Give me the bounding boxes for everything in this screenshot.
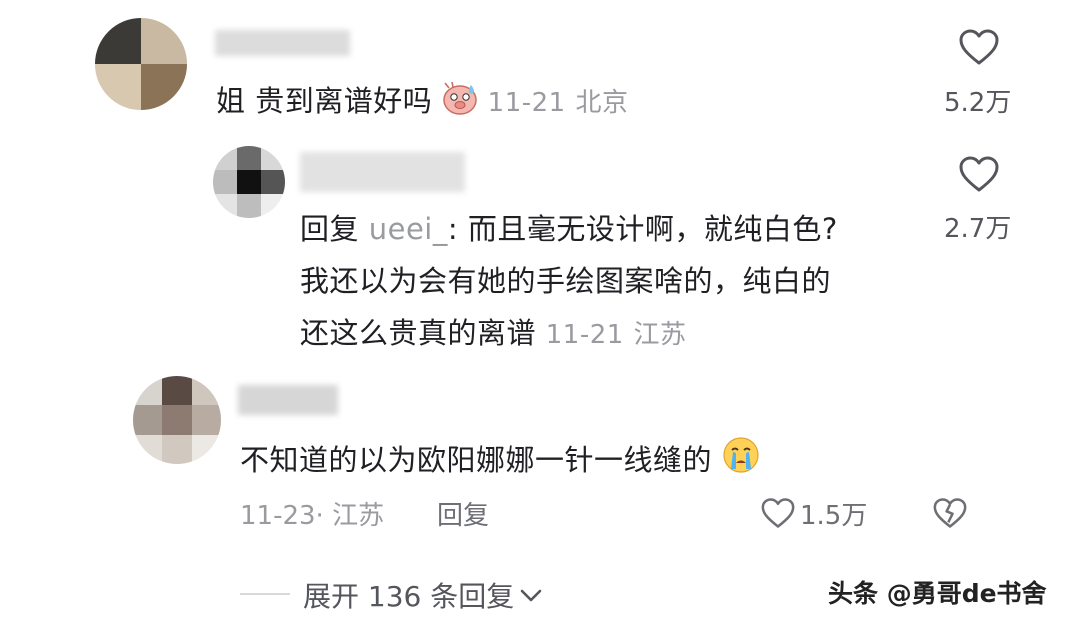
watermark: 头条 @勇哥de书舍	[828, 579, 1047, 608]
comment-location: 北京	[575, 88, 629, 118]
reply-line-1: 回复 ueei_: 而且毫无设计啊，就纯白色?	[300, 212, 838, 246]
reply-button[interactable]: 回复	[437, 495, 489, 532]
like-count: 2.7万	[944, 214, 1012, 244]
blurred-username[interactable]	[300, 152, 465, 192]
reply-line-3: 还这么贵真的离谱 11-21 江苏	[300, 316, 687, 350]
comment-time-location: 11-23· 江苏	[240, 501, 385, 531]
pig-sweat-emoji-icon	[442, 81, 478, 122]
reply-line-2: 我还以为会有她的手绘图案啥的，纯白的	[300, 264, 832, 298]
avatar[interactable]	[95, 18, 187, 110]
like-count: 1.5万	[800, 501, 868, 531]
comment-text: 不知道的以为欧阳娜娜一针一线缝的	[240, 436, 760, 481]
divider-line	[240, 593, 290, 595]
blurred-username[interactable]	[238, 385, 338, 415]
like-heart-icon[interactable]	[958, 155, 1000, 197]
like-heart-icon[interactable]	[760, 497, 796, 533]
comment-location: 江苏	[633, 320, 687, 350]
avatar[interactable]	[133, 376, 221, 464]
avatar[interactable]	[213, 146, 285, 218]
blurred-username[interactable]	[215, 30, 350, 56]
comment-text: 姐 贵到离谱好吗 11-21 北京	[216, 78, 628, 122]
expand-replies-button[interactable]: 展开 136 条回复	[303, 575, 543, 615]
reply-target-username[interactable]: ueei_	[369, 212, 448, 246]
crying-face-emoji-icon	[722, 436, 760, 481]
like-count: 5.2万	[944, 88, 1012, 118]
expand-replies-label: 展开 136 条回复	[303, 580, 515, 613]
dislike-broken-heart-icon[interactable]	[932, 497, 968, 533]
chevron-down-icon	[519, 588, 543, 608]
comment-time: 11-21	[545, 320, 624, 350]
like-heart-icon[interactable]	[958, 28, 1000, 70]
reply-prefix: 回复	[300, 212, 360, 246]
comment-time: 11-21	[487, 88, 566, 118]
